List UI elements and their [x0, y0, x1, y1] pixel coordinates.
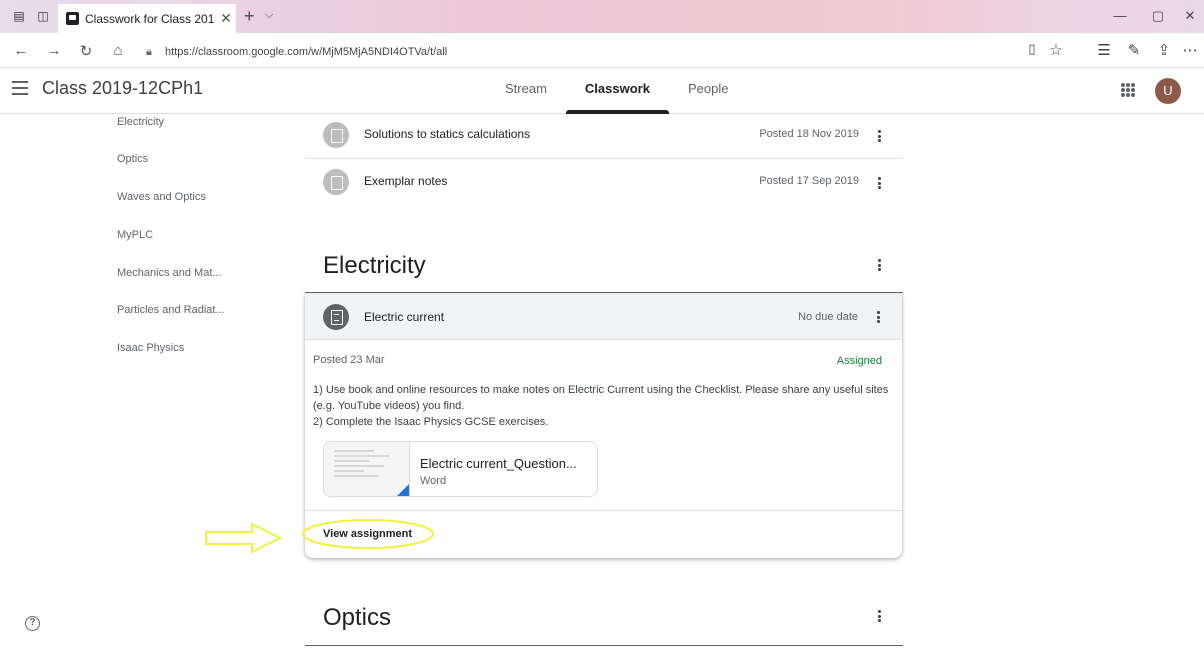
browser-address-bar: ← → ↻ ⌂ 🔒︎ https://classroom.google.com/… — [0, 33, 1204, 68]
more-options-icon[interactable]: ⋯ — [1180, 41, 1200, 59]
assignment-title: Electric current — [364, 310, 445, 324]
more-vert-icon[interactable] — [871, 128, 887, 144]
attachment-name: Electric current_Question... — [420, 456, 577, 471]
forward-icon[interactable]: → — [44, 42, 64, 59]
assignment-card-header[interactable]: Electric current No due date — [305, 294, 902, 340]
material-icon — [323, 122, 349, 148]
url-text: https://classroom.google.com/w/MjM5MjA5N… — [165, 46, 448, 58]
section-divider — [305, 292, 903, 293]
main-menu-icon[interactable] — [12, 81, 28, 95]
more-vert-icon[interactable] — [871, 175, 887, 191]
browser-tab-title: Classwork for Class 201 — [85, 11, 215, 26]
back-icon[interactable]: ← — [11, 42, 31, 59]
section-divider — [305, 645, 903, 646]
tab-people[interactable]: People — [669, 68, 747, 114]
topic-item-isaac-physics[interactable]: Isaac Physics — [117, 342, 184, 354]
section-more-vert-icon[interactable] — [871, 257, 887, 273]
attachment-chip[interactable]: Electric current_Question... Word — [323, 441, 598, 497]
assignment-icon — [323, 304, 349, 330]
card-divider — [305, 510, 902, 511]
annotation-arrow — [205, 522, 283, 554]
material-date: Posted 17 Sep 2019 — [759, 175, 859, 187]
new-tab-icon[interactable]: + — [244, 6, 255, 27]
material-title: Solutions to statics calculations — [364, 127, 531, 141]
section-more-vert-icon[interactable] — [871, 608, 887, 624]
topic-item-myplc[interactable]: MyPLC — [117, 229, 153, 241]
classroom-favicon-icon — [66, 12, 79, 25]
share-icon[interactable]: ⇪ — [1154, 41, 1174, 59]
lock-icon: 🔒︎ — [146, 45, 152, 58]
topic-item-mechanics[interactable]: Mechanics and Mat... — [117, 267, 222, 279]
section-title-electricity: Electricity — [323, 252, 426, 279]
material-icon — [323, 169, 349, 195]
material-title: Exemplar notes — [364, 174, 448, 188]
tab-sets-icon[interactable]: ◫ — [36, 9, 50, 23]
tab-classwork[interactable]: Classwork — [565, 68, 670, 114]
minimize-icon[interactable]: — — [1110, 8, 1130, 23]
browser-tab-active[interactable]: Classwork for Class 201 ✕ — [58, 4, 236, 33]
favorite-star-icon[interactable]: ☆ — [1046, 41, 1066, 59]
list-item[interactable]: Exemplar notes Posted 17 Sep 2019 — [305, 159, 903, 206]
window-close-icon[interactable]: ✕ — [1180, 8, 1200, 24]
classroom-header: Class 2019-12CPh1 Stream Classwork Peopl… — [0, 68, 1204, 114]
home-icon[interactable]: ⌂ — [108, 42, 128, 59]
reading-view-icon[interactable]: ▯ — [1022, 41, 1042, 57]
topic-item-particles[interactable]: Particles and Radiat... — [117, 304, 225, 316]
assignment-posted-date: Posted 23 Mar — [313, 354, 385, 366]
assignment-more-vert-icon[interactable] — [870, 309, 886, 325]
assignment-due-date: No due date — [798, 311, 858, 323]
highlight-annotation — [205, 519, 434, 554]
avatar[interactable]: U — [1155, 78, 1181, 104]
class-title[interactable]: Class 2019-12CPh1 — [42, 78, 203, 99]
class-tabs: Stream Classwork People — [486, 68, 747, 114]
list-item[interactable]: Solutions to statics calculations Posted… — [305, 112, 903, 159]
material-date: Posted 18 Nov 2019 — [759, 128, 859, 140]
word-file-icon — [395, 484, 409, 496]
status-badge: Assigned — [836, 355, 882, 367]
browser-tab-bar: ▤ ◫ Classwork for Class 201 ✕ + ⌵ — ▢ ✕ — [0, 0, 1204, 33]
favorites-list-icon[interactable]: ☰ — [1094, 41, 1114, 59]
tab-list-chevron-icon[interactable]: ⌵ — [265, 9, 273, 22]
google-apps-icon[interactable] — [1121, 83, 1135, 97]
annotation-ellipse — [302, 519, 434, 549]
topic-item-electricity[interactable]: Electricity — [117, 116, 164, 128]
pen-notes-icon[interactable]: ✎ — [1124, 41, 1144, 59]
assignment-instructions: 1) Use book and online resources to make… — [313, 382, 891, 430]
restore-icon[interactable]: ▢ — [1148, 8, 1168, 24]
refresh-icon[interactable]: ↻ — [76, 42, 96, 60]
instruction-line: 1) Use book and online resources to make… — [313, 384, 889, 412]
topic-item-waves-and-optics[interactable]: Waves and Optics — [117, 191, 206, 203]
tab-close-icon[interactable]: ✕ — [216, 10, 236, 27]
attachment-type: Word — [420, 475, 447, 487]
help-icon[interactable]: ? — [25, 616, 40, 631]
instruction-line: 2) Complete the Isaac Physics GCSE exerc… — [313, 416, 549, 428]
url-field[interactable]: 🔒︎ https://classroom.google.com/w/MjM5Mj… — [146, 41, 1018, 63]
section-title-optics: Optics — [323, 604, 392, 631]
tab-actions-icon[interactable]: ▤ — [12, 9, 26, 23]
tab-stream[interactable]: Stream — [486, 68, 566, 114]
topic-item-optics[interactable]: Optics — [117, 153, 148, 165]
attachment-thumbnail — [324, 442, 410, 496]
